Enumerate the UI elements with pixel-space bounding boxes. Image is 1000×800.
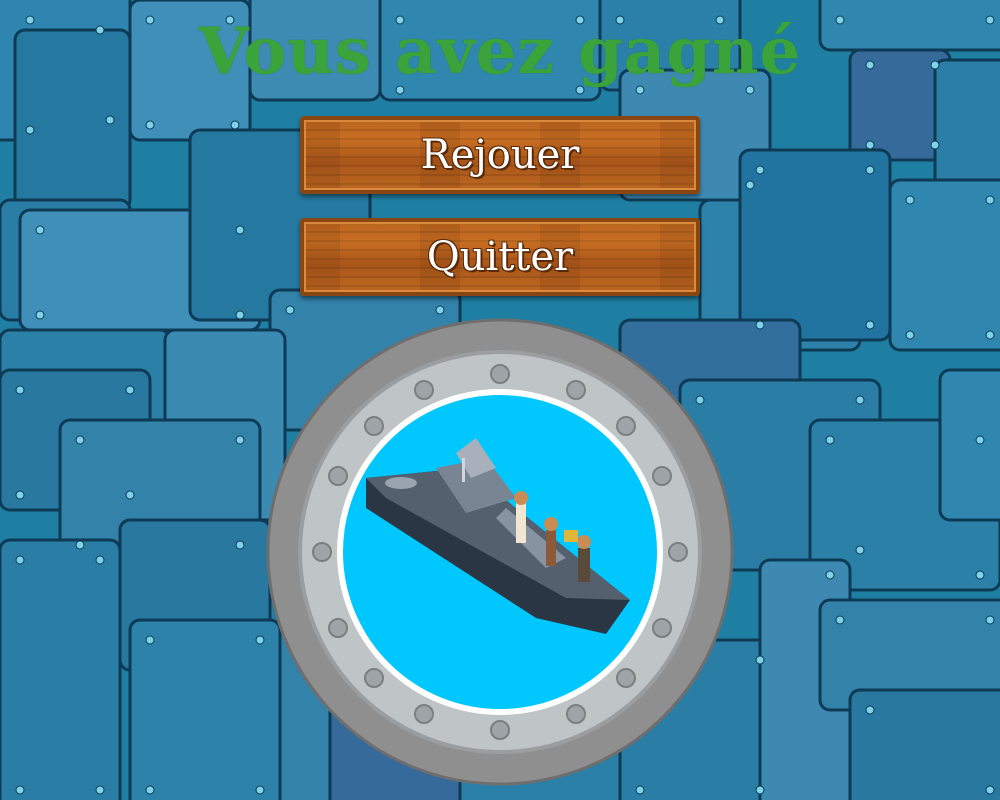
replay-button[interactable]: Rejouer (300, 116, 700, 194)
porthole-illustration (266, 318, 734, 786)
victory-title: Vous avez gagné (198, 14, 802, 89)
replay-button-label: Rejouer (420, 132, 580, 178)
quit-button[interactable]: Quitter (300, 218, 700, 296)
quit-button-label: Quitter (426, 234, 574, 280)
